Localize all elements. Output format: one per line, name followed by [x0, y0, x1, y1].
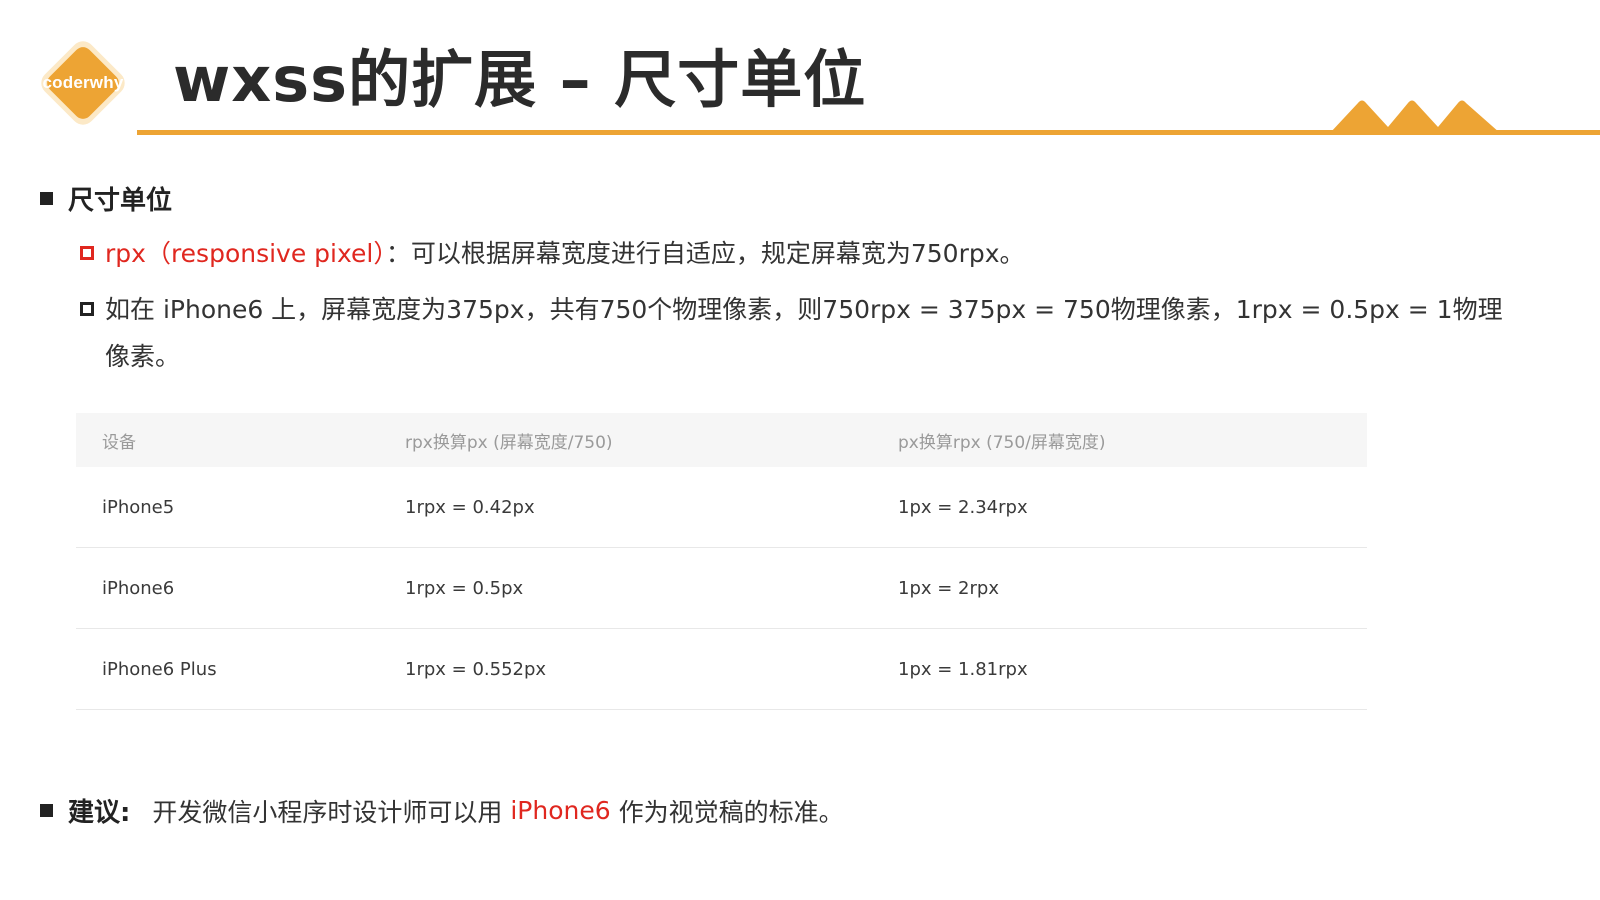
table-header-row: 设备 rpx换算px (屏幕宽度/750) px换算rpx (750/屏幕宽度)	[76, 413, 1367, 467]
hollow-square-icon	[80, 302, 94, 316]
cell-rpx-to-px: 1rpx = 0.5px	[379, 547, 872, 629]
table-row: iPhone6 Plus 1rpx = 0.552px 1px = 1.81rp…	[76, 628, 1367, 710]
mountains-icon	[1330, 100, 1500, 133]
slide: coderwhy wxss的扩展 – 尺寸单位 尺寸单位 rpx（respons…	[0, 0, 1600, 900]
conversion-table: 设备 rpx换算px (屏幕宽度/750) px换算rpx (750/屏幕宽度)…	[76, 413, 1367, 710]
section-bullet: 尺寸单位	[40, 180, 172, 217]
point-rpx: rpx（responsive pixel）：可以根据屏幕宽度进行自适应，规定屏幕…	[80, 230, 1025, 277]
hollow-square-icon	[80, 246, 94, 260]
table-row: iPhone5 1rpx = 0.42px 1px = 2.34rpx	[76, 467, 1367, 548]
cell-px-to-rpx: 1px = 2.34rpx	[872, 467, 1367, 548]
bullet-square-icon	[40, 192, 53, 205]
logo-text: coderwhy	[42, 73, 124, 92]
iphone6-line-1: 如在 iPhone6 上，屏幕宽度为375px，共有750个物理像素，则750r…	[105, 295, 1503, 324]
rpx-term: rpx（responsive pixel）	[105, 239, 386, 268]
table-row: iPhone6 1rpx = 0.5px 1px = 2rpx	[76, 547, 1367, 629]
coderwhy-logo: coderwhy	[30, 30, 136, 136]
cell-px-to-rpx: 1px = 1.81rpx	[872, 628, 1367, 710]
cell-device: iPhone5	[76, 467, 379, 548]
suggestion-label: 建议:	[68, 798, 131, 828]
suggestion-text-after: 作为视觉稿的标准。	[610, 797, 844, 827]
page-title: wxss的扩展 – 尺寸单位	[173, 43, 867, 116]
cell-px-to-rpx: 1px = 2rpx	[872, 547, 1367, 629]
suggestion-bullet: 建议: 开发微信小程序时设计师可以用 iPhone6 作为视觉稿的标准。	[40, 792, 844, 829]
header-device: 设备	[76, 413, 379, 467]
section-heading: 尺寸单位	[68, 186, 173, 216]
cell-device: iPhone6	[76, 547, 379, 629]
cell-rpx-to-px: 1rpx = 0.552px	[379, 628, 872, 710]
header-divider	[137, 130, 1600, 135]
suggestion-text-before: 开发微信小程序时设计师可以用	[152, 797, 511, 827]
suggestion-highlight: iPhone6	[510, 796, 611, 825]
header-px-to-rpx: px换算rpx (750/屏幕宽度)	[872, 413, 1367, 467]
cell-device: iPhone6 Plus	[76, 628, 379, 710]
iphone6-line-2: 像素。	[105, 342, 181, 371]
point-iphone6: 如在 iPhone6 上，屏幕宽度为375px，共有750个物理像素，则750r…	[80, 286, 1580, 380]
header-rpx-to-px: rpx换算px (屏幕宽度/750)	[379, 413, 872, 467]
rpx-description: ：可以根据屏幕宽度进行自适应，规定屏幕宽为750rpx。	[385, 239, 1025, 268]
cell-rpx-to-px: 1rpx = 0.42px	[379, 467, 872, 548]
bullet-square-icon	[40, 804, 53, 817]
